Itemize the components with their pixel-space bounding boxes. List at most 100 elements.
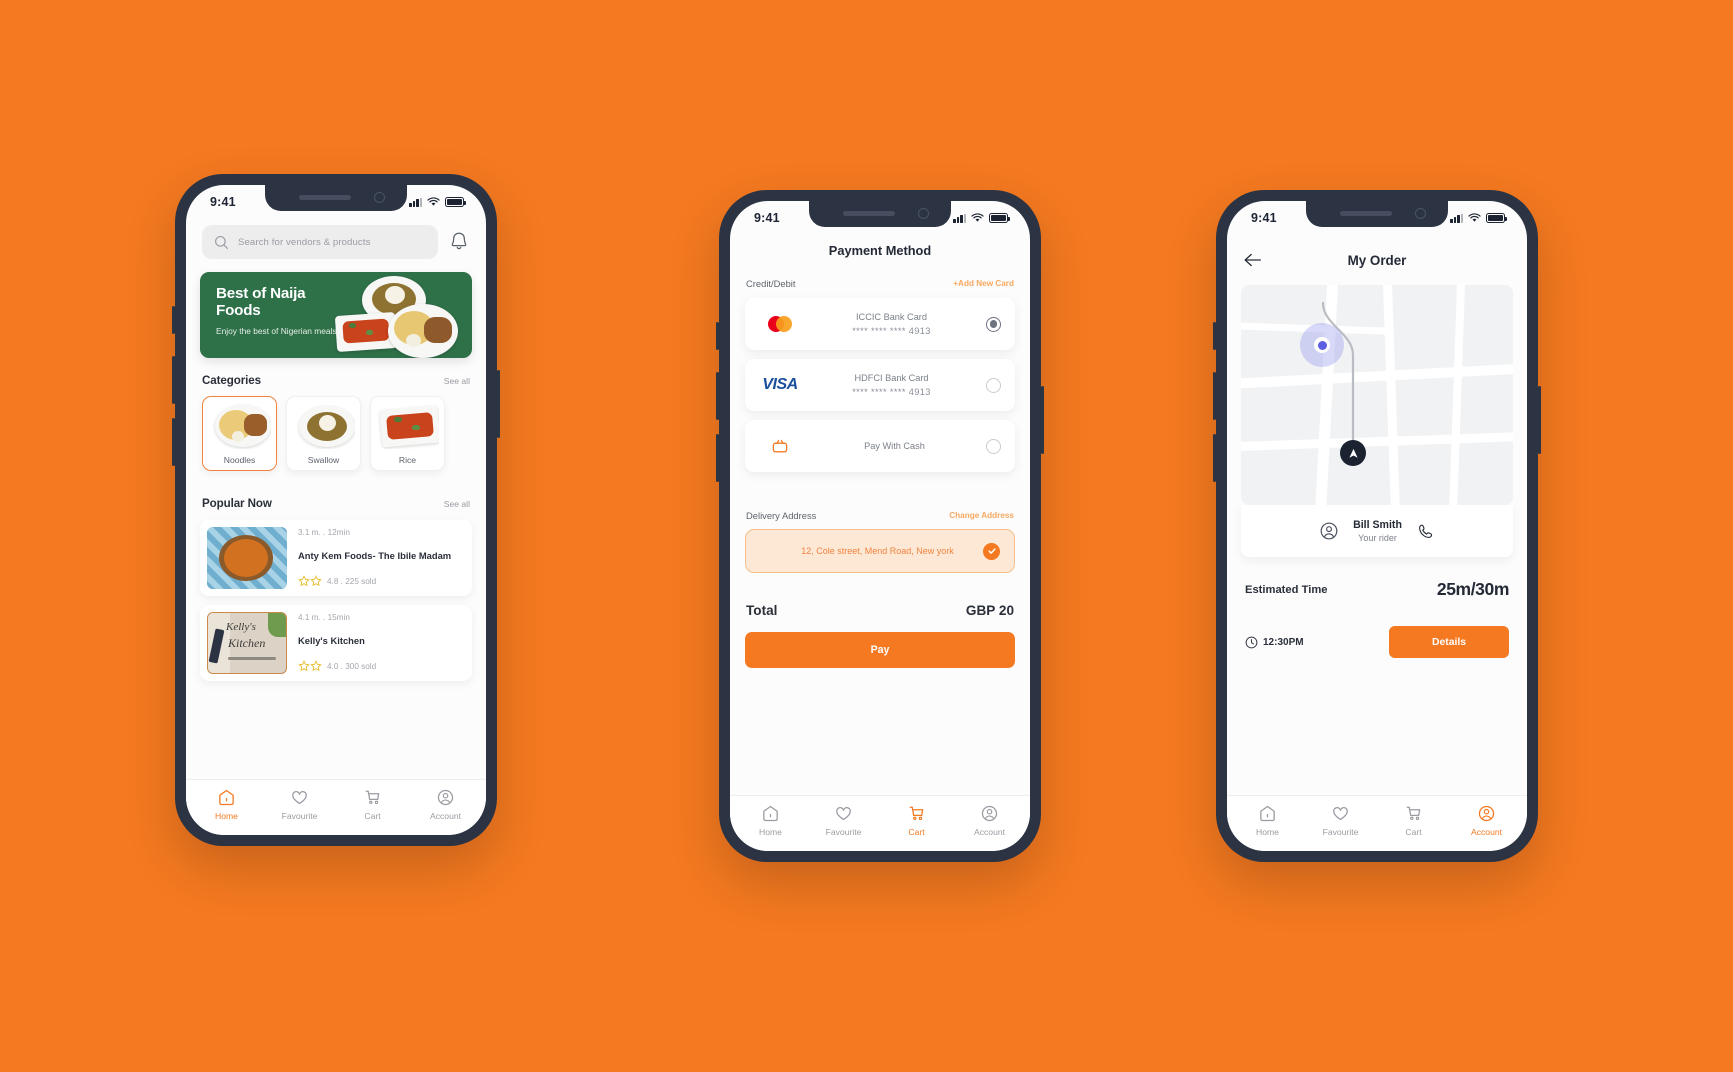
card-number: **** **** **** 4913 [852, 326, 931, 336]
tab-label: Cart [1405, 827, 1422, 837]
search-input[interactable]: Search for vendors & products [202, 225, 438, 259]
rider-card[interactable]: Bill Smith Your rider [1241, 505, 1513, 557]
star-icon [298, 660, 322, 672]
tab-home[interactable]: Home [741, 804, 801, 837]
change-address-button[interactable]: Change Address [949, 511, 1014, 520]
vendor-rating-text: 4.8 . 225 sold [327, 576, 377, 586]
categories-list: Noodles Swallow Rice [186, 387, 486, 471]
phone-home: 9:41 Search for vendors & products Best … [172, 174, 500, 846]
payment-option-mastercard[interactable]: ICCIC Bank Card **** **** **** 4913 [745, 298, 1015, 350]
status-bar: 9:41 [1227, 201, 1527, 235]
signal-bars-icon [409, 197, 422, 207]
bottom-nav: Home Favourite Cart Account [730, 795, 1030, 851]
radio-mastercard[interactable] [986, 316, 1001, 332]
search-row: Search for vendors & products [186, 219, 486, 259]
delivery-address-label: Delivery Address [746, 510, 817, 521]
screen-home: 9:41 Search for vendors & products Best … [186, 185, 486, 835]
search-placeholder: Search for vendors & products [238, 236, 371, 248]
wifi-icon [427, 197, 440, 206]
heart-icon [836, 807, 851, 821]
category-thumb [292, 403, 355, 449]
check-circle-icon [983, 542, 1000, 560]
tab-label: Home [215, 811, 238, 821]
add-new-card-button[interactable]: +Add New Card [953, 279, 1014, 288]
tab-favourite[interactable]: Favourite [1311, 804, 1371, 837]
battery-icon [445, 197, 466, 207]
tab-label: Cart [364, 811, 381, 821]
categories-see-all[interactable]: See all [444, 376, 470, 386]
status-time: 9:41 [1251, 211, 1277, 225]
star-icon [298, 575, 322, 587]
tab-account[interactable]: Account [416, 788, 476, 821]
account-icon [981, 805, 998, 822]
tab-home[interactable]: Home [1238, 804, 1298, 837]
category-thumb [376, 403, 439, 449]
address-text: 12, Cole street, Mend Road, New york [801, 546, 954, 556]
tab-cart[interactable]: Cart [343, 788, 403, 821]
vendor-rating-row: 4.0 . 300 sold [298, 660, 465, 672]
tab-label: Home [759, 827, 782, 837]
card-name: Pay With Cash [864, 441, 925, 451]
bottom-nav: Home Favourite Cart Account [186, 779, 486, 835]
tab-cart[interactable]: Cart [887, 804, 947, 837]
categories-title: Categories [202, 374, 261, 387]
page-title: Payment Method [828, 243, 932, 258]
card-name: ICCIC Bank Card [856, 312, 927, 322]
radio-cash[interactable] [986, 438, 1001, 454]
wifi-icon [1468, 213, 1481, 222]
selected-address[interactable]: 12, Cole street, Mend Road, New york [745, 529, 1015, 573]
status-time: 9:41 [754, 211, 780, 225]
radio-visa[interactable] [986, 377, 1001, 393]
cart-icon [365, 790, 380, 805]
heart-icon [292, 791, 307, 805]
category-item-swallow[interactable]: Swallow [286, 396, 361, 471]
tab-label: Account [429, 811, 462, 821]
mastercard-icon [757, 313, 803, 335]
tab-account[interactable]: Account [1457, 804, 1517, 837]
vendor-rating-text: 4.0 . 300 sold [327, 661, 377, 671]
vendor-name: Anty Kem Foods- The Ibile Madam [298, 549, 452, 561]
tab-label: Cart [908, 827, 925, 837]
tab-cart[interactable]: Cart [1384, 804, 1444, 837]
banner-food-image [328, 272, 472, 358]
list-item[interactable]: 3.1 m. . 12min Anty Kem Foods- The Ibile… [200, 520, 472, 596]
tab-label: Favourite [825, 827, 862, 837]
list-item[interactable]: Kelly's Kitchen 4.1 m. . 15min Kelly's K… [200, 605, 472, 681]
category-label: Rice [398, 455, 417, 465]
arrow-left-icon[interactable] [1243, 252, 1263, 268]
wifi-icon [971, 213, 984, 222]
cash-bag-icon [757, 436, 803, 456]
battery-icon [1486, 213, 1507, 223]
account-icon [1478, 805, 1495, 822]
heart-icon [1333, 807, 1348, 821]
tab-favourite[interactable]: Favourite [270, 788, 330, 821]
tab-home[interactable]: Home [197, 788, 257, 821]
vendor-image: Kelly's Kitchen [207, 612, 287, 674]
category-item-noodles[interactable]: Noodles [202, 396, 277, 471]
order-header: My Order [1227, 247, 1527, 273]
pay-button[interactable]: Pay [745, 632, 1015, 668]
cart-icon [1406, 806, 1421, 821]
home-icon [219, 789, 234, 806]
bell-icon[interactable] [448, 230, 470, 254]
phone-icon[interactable] [1416, 522, 1435, 541]
signal-bars-icon [1450, 213, 1463, 223]
section-label: Credit/Debit [746, 278, 796, 289]
payment-option-cash[interactable]: Pay With Cash [745, 420, 1015, 472]
popular-header: Popular Now See all [186, 497, 486, 510]
status-bar: 9:41 [186, 185, 486, 219]
eta-row: Estimated Time 25m/30m [1227, 579, 1527, 600]
categories-header: Categories See all [186, 374, 486, 387]
delivery-map[interactable] [1241, 285, 1513, 505]
tab-account[interactable]: Account [960, 804, 1020, 837]
popular-see-all[interactable]: See all [444, 499, 470, 509]
time-row: 12:30PM Details [1227, 626, 1527, 658]
payment-option-visa[interactable]: VISA HDFCI Bank Card **** **** **** 4913 [745, 359, 1015, 411]
category-item-rice[interactable]: Rice [370, 396, 445, 471]
user-location-pin [1300, 323, 1344, 367]
promo-banner[interactable]: Best of Naija Foods Enjoy the best of Ni… [200, 272, 472, 358]
popular-list: 3.1 m. . 12min Anty Kem Foods- The Ibile… [186, 510, 486, 681]
details-button[interactable]: Details [1389, 626, 1509, 658]
search-icon [215, 235, 228, 249]
tab-favourite[interactable]: Favourite [814, 804, 874, 837]
